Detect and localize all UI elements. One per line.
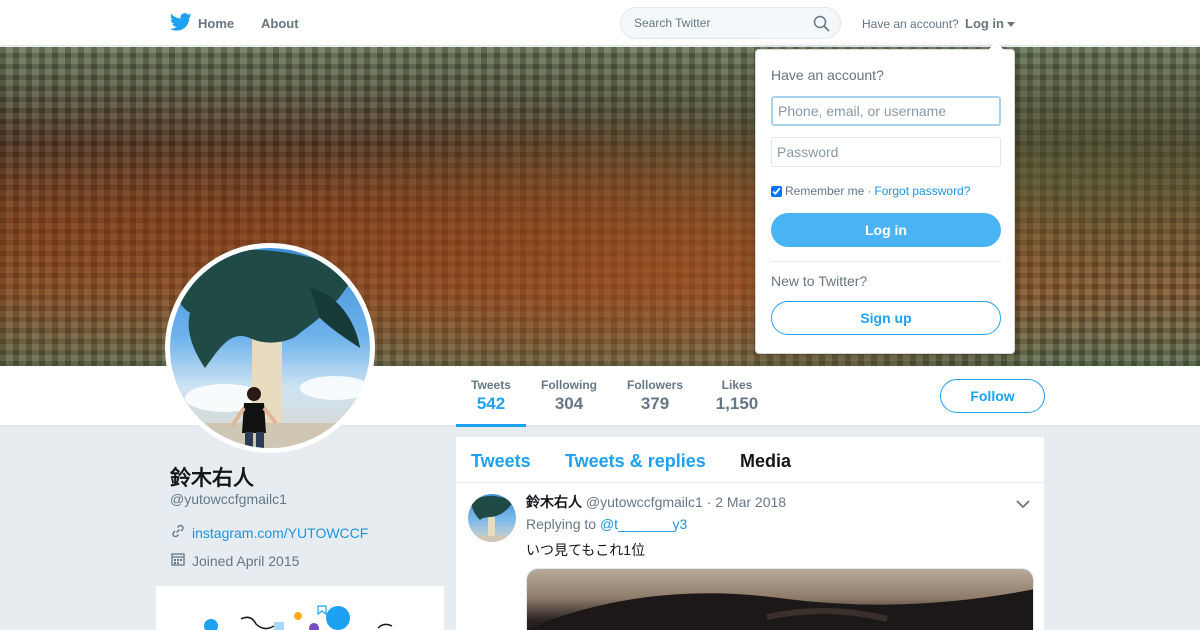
nav-home-label: Home	[198, 16, 235, 31]
calendar-icon	[170, 551, 186, 570]
stat-tweets[interactable]: Tweets 542	[456, 378, 526, 427]
link-icon	[170, 523, 186, 542]
login-dropdown: Have an account? Remember me · Forgot pa…	[755, 42, 1015, 354]
timeline: Tweets Tweets & replies Media 鈴木右人 @yuto…	[456, 437, 1044, 630]
search-icon[interactable]	[813, 15, 830, 37]
stat-following[interactable]: Following 304	[541, 378, 597, 414]
remember-me-label: Remember me	[785, 184, 865, 198]
profile-handle: @yutowccfgmailc1	[170, 491, 287, 507]
profile-website-text: instagram.com/YUTOWCCF	[192, 524, 369, 541]
remember-separator: ·	[867, 184, 872, 198]
remember-row: Remember me · Forgot password?	[771, 184, 970, 198]
nav-about-link[interactable]: About	[261, 16, 299, 31]
stat-label: Followers	[627, 378, 684, 392]
avatar-photo	[170, 249, 370, 448]
login-button[interactable]: Log in	[771, 213, 1001, 247]
stat-value: 304	[554, 394, 584, 413]
tweet-replying-to: Replying to @t_______y3	[526, 516, 687, 532]
tweet-header: 鈴木右人 @yutowccfgmailc1 · 2 Mar 2018	[526, 492, 786, 512]
signup-button[interactable]: Sign up	[771, 301, 1001, 335]
password-field[interactable]	[771, 137, 1001, 167]
profile-website-link[interactable]: instagram.com/YUTOWCCF	[170, 523, 368, 542]
stat-value: 1,150	[715, 394, 759, 413]
tab-media[interactable]: Media	[740, 451, 791, 472]
profile-name: 鈴木右人	[170, 467, 254, 490]
top-nav: Home About Search Twitter Have an accoun…	[0, 0, 1200, 46]
profile-joined: Joined April 2015	[170, 551, 299, 570]
search-placeholder: Search Twitter	[634, 16, 711, 30]
follow-button[interactable]: Follow	[940, 379, 1045, 413]
profile-joined-text: Joined April 2015	[192, 552, 300, 569]
tweet-text: いつ見てもこれ1位	[526, 542, 646, 558]
tweet-item[interactable]: 鈴木右人 @yutowccfgmailc1 · 2 Mar 2018 Reply…	[456, 483, 1044, 630]
tab-tweets[interactable]: Tweets	[471, 451, 531, 472]
chevron-down-icon	[1007, 22, 1015, 27]
have-account-text: Have an account?	[862, 17, 959, 31]
stat-label: Likes	[721, 378, 753, 392]
username-field[interactable]	[771, 96, 1001, 126]
stat-label: Tweets	[471, 378, 511, 392]
tab-tweets-replies[interactable]: Tweets & replies	[565, 451, 706, 472]
nav-home-link[interactable]: Home	[169, 13, 235, 34]
side-card-illustration	[156, 586, 444, 630]
stat-followers[interactable]: Followers 379	[627, 378, 683, 414]
stat-value: 542	[476, 394, 506, 413]
stat-likes[interactable]: Likes 1,150	[714, 378, 760, 414]
new-to-twitter-text: New to Twitter?	[771, 273, 868, 289]
login-dropdown-toggle[interactable]: Log in	[965, 16, 1015, 31]
search-input[interactable]: Search Twitter	[620, 7, 841, 39]
profile-avatar[interactable]	[165, 243, 375, 453]
forgot-password-link[interactable]: Forgot password?	[874, 184, 970, 198]
replying-to-link[interactable]: @t_______y3	[600, 516, 687, 532]
tweet-media-image[interactable]	[526, 568, 1034, 630]
divider	[771, 261, 1001, 262]
chevron-down-icon[interactable]	[1016, 496, 1030, 514]
dropdown-title: Have an account?	[771, 67, 884, 83]
stat-label: Following	[541, 378, 597, 392]
tweet-meta: @yutowccfgmailc1 · 2 Mar 2018	[585, 494, 787, 510]
tweet-author-name[interactable]: 鈴木右人	[526, 494, 582, 510]
replying-prefix: Replying to	[526, 516, 597, 532]
timeline-tabs: Tweets Tweets & replies Media	[456, 437, 1044, 483]
remember-me-checkbox[interactable]	[771, 185, 782, 197]
login-toggle-label: Log in	[965, 16, 1004, 31]
tweet-avatar[interactable]	[468, 494, 516, 542]
stat-value: 379	[640, 394, 670, 413]
twitter-bird-icon	[169, 13, 192, 34]
